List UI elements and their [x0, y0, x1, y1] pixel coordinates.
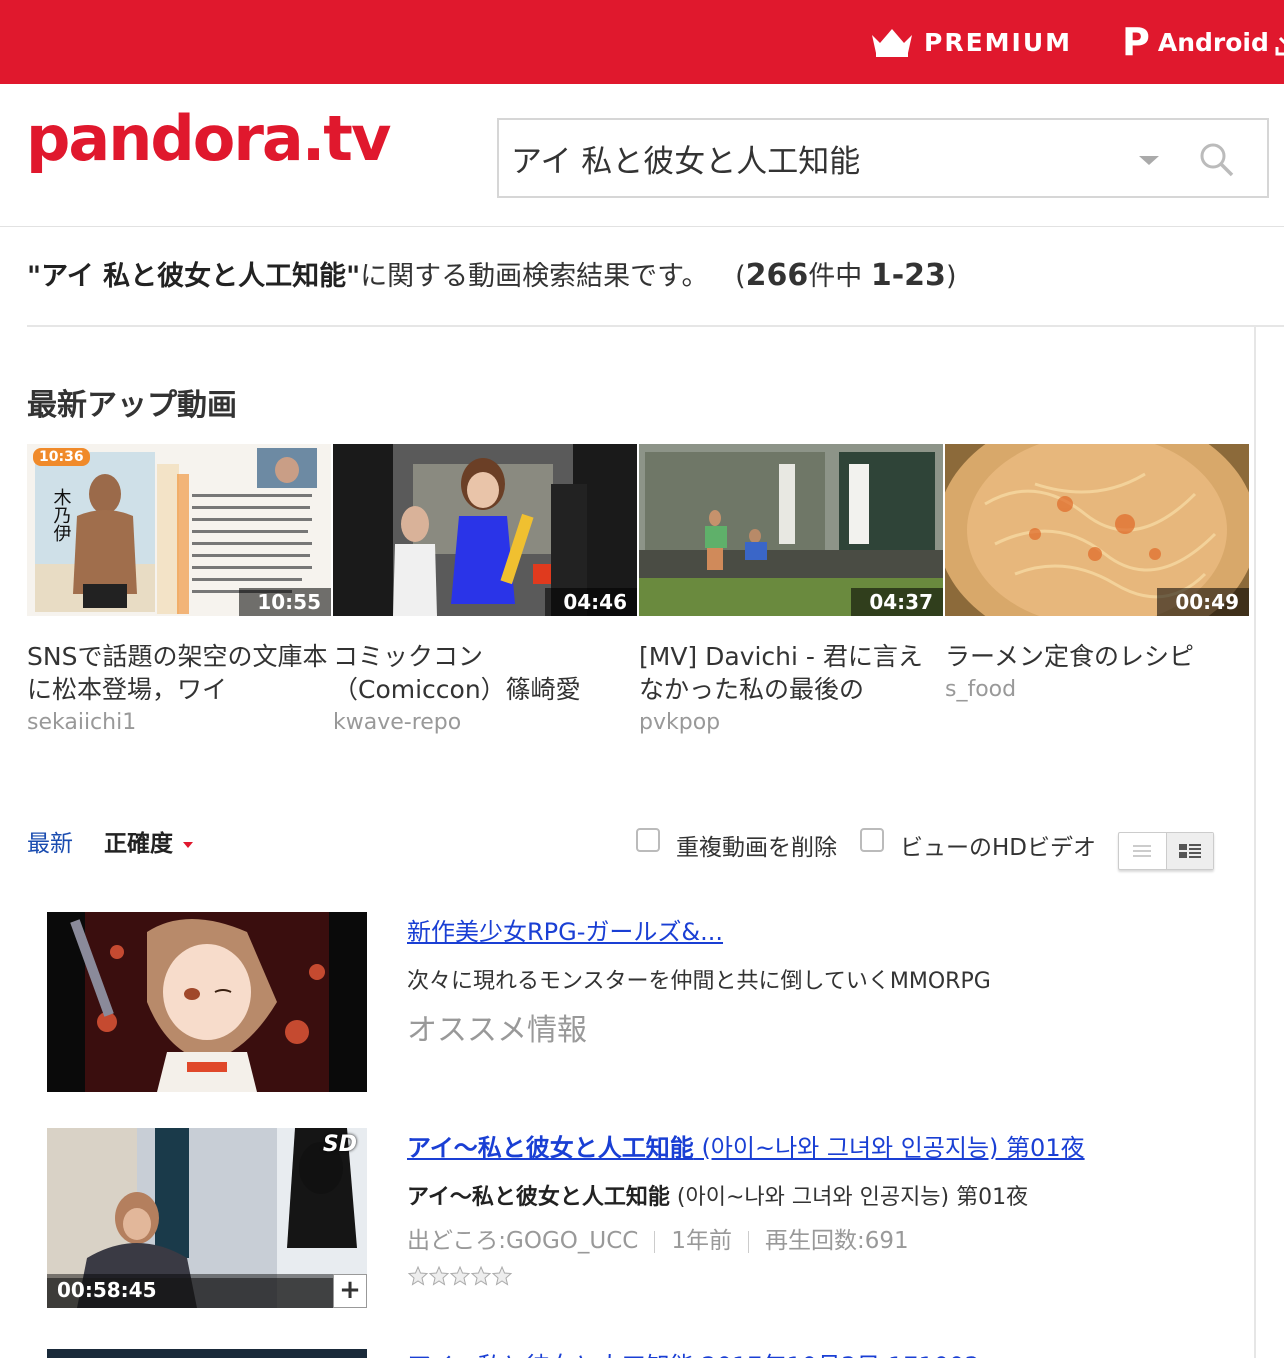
result-close-paren: ) — [945, 261, 957, 292]
star-rating-icon — [407, 1265, 513, 1286]
video-uploader[interactable]: sekaiichi1 — [27, 710, 331, 735]
video-title[interactable]: SNSで話題の架空の文庫本に松本登場，ワイ — [27, 640, 331, 706]
hd-label[interactable]: ビューのHDビデオ — [900, 828, 1096, 862]
pandora-p-icon: P — [1122, 20, 1150, 64]
video-thumbnail[interactable]: 04:37 — [639, 444, 943, 616]
right-divider — [1254, 327, 1256, 1358]
video-uploader[interactable]: s_food — [945, 677, 1249, 702]
result-open-paren: ( — [735, 261, 746, 292]
result-desc-bold: アイ～私と彼女と人工知能 — [407, 1185, 670, 1210]
view-toggle — [1118, 832, 1214, 870]
video-duration: 04:37 — [851, 588, 943, 616]
result-body: アイ～私と彼女と人工知能 2017年10月3日 171003 — [407, 1346, 1227, 1358]
pandora-logo[interactable]: pandora.tv — [26, 102, 391, 175]
meta-separator — [748, 1230, 750, 1253]
video-duration: 04:46 — [545, 588, 637, 616]
quality-badge: SD — [322, 1132, 357, 1157]
video-thumbnail[interactable]: 木乃伊 10:36 10:55 — [27, 444, 331, 616]
result-desc-rest: (아이~나와 그녀와 인공지능) 第01夜 — [669, 1185, 1029, 1210]
sort-accuracy[interactable]: 正確度 — [104, 824, 193, 858]
result-source[interactable]: 出どころ:GOGO_UCC — [407, 1228, 638, 1254]
search-icon[interactable] — [1199, 142, 1235, 178]
latest-video-card[interactable]: 木乃伊 10:36 10:55 SNSで話題の架空の文庫本に松本登場，ワイ se… — [27, 444, 331, 735]
result-age: 1年前 — [671, 1228, 733, 1254]
result-total: 266 — [745, 258, 809, 293]
video-uploader[interactable]: kwave-repo — [333, 710, 637, 735]
result-meta: 出どころ:GOGO_UCC 1年前 再生回数:691 — [407, 1221, 1227, 1255]
result-suffix: に関する動画検索結果です。 — [360, 261, 709, 292]
result-count-unit: 件中 — [808, 261, 863, 292]
list-icon — [1133, 845, 1152, 857]
latest-video-card[interactable]: 00:49 ラーメン定食のレシピ s_food — [945, 444, 1249, 702]
result-body: アイ～私と彼女と人工知能 (아이~나와 그녀와 인공지능) 第01夜 アイ～私と… — [407, 1128, 1227, 1292]
video-title[interactable]: ラーメン定食のレシピ — [945, 640, 1249, 673]
video-duration: 00:58:45 — [47, 1274, 333, 1308]
list-view-button[interactable] — [1119, 833, 1166, 869]
detail-list-icon — [1178, 844, 1201, 858]
rating-stars — [407, 1265, 1227, 1292]
result-description: 次々に現れるモンスターを仲間と共に倒していくMMORPG — [407, 969, 991, 994]
video-thumbnail[interactable]: SD 00:58:45 + — [47, 1128, 367, 1308]
thumbnail-image — [47, 1349, 367, 1358]
video-duration: 10:55 — [239, 588, 331, 616]
result-range: 1-23 — [870, 258, 946, 293]
search-dropdown-icon[interactable] — [1139, 156, 1159, 165]
android-label: Android — [1157, 27, 1269, 57]
search-box — [497, 118, 1269, 198]
video-thumbnail[interactable]: 00:49 — [945, 444, 1249, 616]
thumbnail-image — [47, 912, 367, 1092]
video-thumbnail[interactable] — [47, 912, 367, 1092]
crown-icon — [872, 29, 912, 57]
header: pandora.tv — [0, 84, 1284, 227]
premium-link[interactable]: PREMIUM — [870, 22, 1072, 62]
time-badge: 10:36 — [33, 448, 90, 466]
dedupe-checkbox[interactable] — [636, 828, 660, 852]
top-bar: PREMIUM P Android — [0, 0, 1284, 84]
video-thumbnail[interactable]: 04:46 — [333, 444, 637, 616]
chevron-down-icon — [183, 841, 193, 848]
premium-label: PREMIUM — [924, 27, 1073, 57]
sort-latest[interactable]: 最新 — [27, 824, 73, 858]
result-title-rest: (아이~나와 그녀와 인공지능) 第01夜 — [693, 1134, 1085, 1162]
meta-separator — [654, 1230, 656, 1253]
divider — [27, 325, 1284, 327]
result-description: アイ～私と彼女と人工知能 (아이~나와 그녀와 인공지능) 第01夜 — [407, 1179, 1227, 1211]
latest-video-card[interactable]: 04:37 [MV] Davichi - 君に言えなかった私の最後の pvkpo… — [639, 444, 943, 735]
sort-accuracy-label: 正確度 — [104, 831, 173, 857]
sponsored-label: オススメ情報 — [407, 1013, 587, 1048]
download-icon — [1275, 36, 1284, 56]
latest-section-title: 最新アップ動画 — [27, 388, 237, 423]
video-uploader[interactable]: pvkpop — [639, 710, 943, 735]
result-title-link[interactable]: アイ～私と彼女と人工知能 (아이~나와 그녀와 인공지능) 第01夜 — [407, 1128, 1227, 1163]
result-views: 再生回数:691 — [765, 1228, 909, 1254]
result-title-bold: アイ～私と彼女と人工知能 — [407, 1134, 694, 1162]
search-result-summary: "アイ 私と彼女と人工知能"に関する動画検索結果です。 (266件中 1-23) — [27, 254, 956, 293]
hd-checkbox[interactable] — [860, 828, 884, 852]
add-to-playlist-button[interactable]: + — [333, 1274, 367, 1308]
video-title[interactable]: コミックコン（Comiccon）篠崎愛 — [333, 640, 637, 706]
thumbnail-text: 木乃伊 — [51, 488, 72, 542]
dedupe-label[interactable]: 重複動画を削除 — [676, 828, 837, 862]
search-input[interactable] — [511, 134, 1111, 182]
android-app-link[interactable]: P Android — [1122, 20, 1284, 64]
latest-video-card[interactable]: 04:46 コミックコン（Comiccon）篠崎愛 kwave-repo — [333, 444, 637, 735]
result-title-link[interactable]: アイ～私と彼女と人工知能 2017年10月3日 171003 — [407, 1346, 1227, 1358]
result-query: "アイ 私と彼女と人工知能" — [27, 261, 361, 292]
video-duration: 00:49 — [1157, 588, 1249, 616]
result-body: 新作美少女RPG-ガールズ&... 次々に現れるモンスターを仲間と共に倒していく… — [407, 912, 1227, 1049]
video-thumbnail[interactable] — [47, 1346, 367, 1358]
result-title-link[interactable]: 新作美少女RPG-ガールズ&... — [407, 912, 1227, 947]
detail-view-button[interactable] — [1165, 833, 1213, 869]
video-title[interactable]: [MV] Davichi - 君に言えなかった私の最後の — [639, 640, 943, 706]
